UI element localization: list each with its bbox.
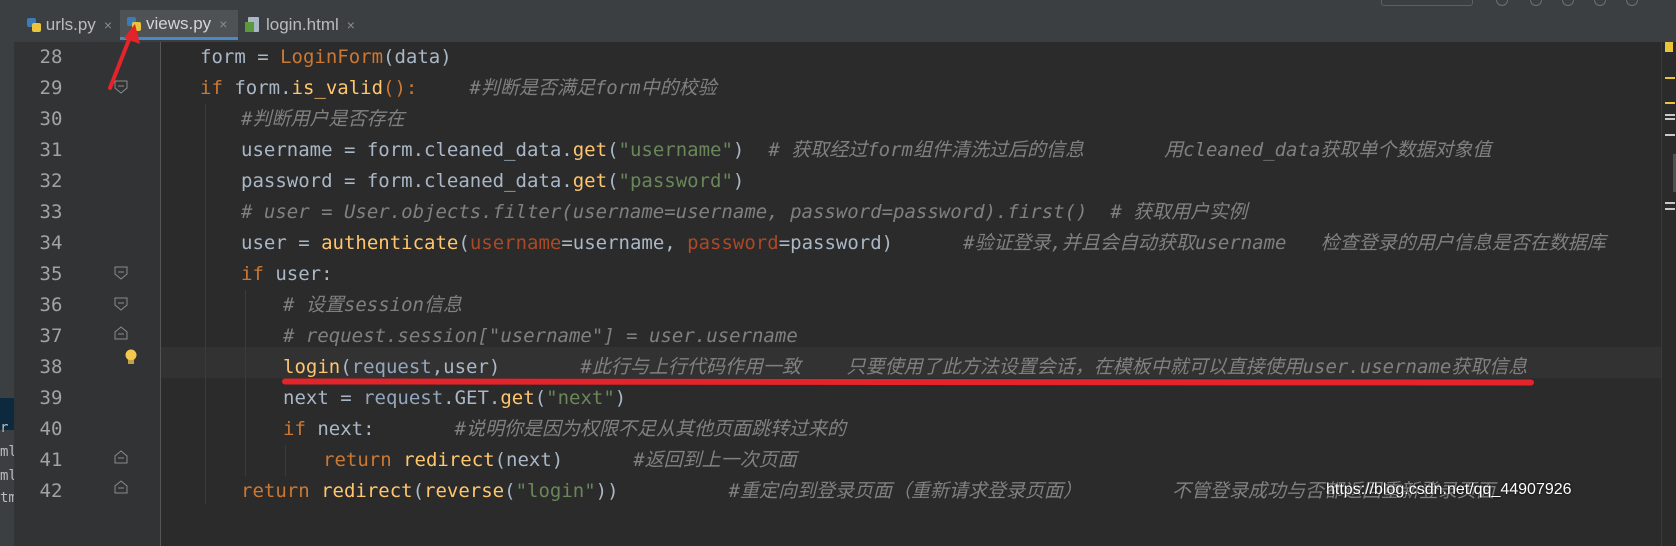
code-line-33: # user = User.objects.filter(username=us… (241, 201, 1248, 223)
code-line-42: return redirect(reverse("login")) #重定向到登录… (241, 480, 1496, 502)
lightbulb-icon[interactable] (124, 349, 138, 367)
code-line-37: # request.session["username"] = user.use… (283, 325, 798, 347)
fold-collapse-icon[interactable] (114, 297, 128, 311)
toolbar-icon[interactable] (1530, 0, 1542, 6)
line-number: 35 (39, 263, 63, 285)
code-line-30: #判断用户是否存在 (241, 108, 405, 130)
stripe-marker[interactable] (1665, 208, 1675, 210)
code-line-32: password = form.cleaned_data.get("passwo… (241, 170, 745, 192)
line-number: 33 (39, 201, 63, 223)
line-number: 34 (39, 232, 63, 254)
fold-end-icon[interactable] (114, 326, 128, 340)
line-number: 37 (39, 325, 63, 347)
red-annotation-arrow (108, 24, 140, 90)
line-number: 30 (39, 108, 63, 130)
left-strip-fragment: r (0, 420, 9, 436)
line-number: 31 (39, 139, 63, 161)
stripe-marker[interactable] (1665, 118, 1675, 120)
stripe-marker[interactable] (1665, 114, 1675, 116)
watermark-text: https://blog.csdn.net/qq_44907926 (1326, 481, 1572, 498)
tab-label: urls.py (45, 15, 96, 34)
left-strip-fragment: ml (0, 444, 14, 460)
indent-guide (285, 445, 286, 476)
line-number: 32 (39, 170, 63, 192)
close-icon[interactable]: × (219, 16, 227, 32)
red-annotation-underline (281, 378, 1535, 386)
code-line-39: next = request.GET.get("next") (283, 387, 627, 409)
html-file-icon (245, 17, 262, 33)
line-number: 40 (39, 418, 63, 440)
code-line-40: if next: #说明你是因为权限不足从其他页面跳转过来的 (283, 418, 846, 440)
left-strip-fragment: tm (0, 490, 14, 506)
code-line-41: return redirect(next) #返回到上一次页面 (323, 449, 797, 471)
line-number: 42 (39, 480, 63, 502)
code-line-35: if user: (241, 263, 333, 285)
stripe-marker[interactable] (1665, 134, 1675, 136)
fold-collapse-icon[interactable] (114, 266, 128, 280)
toolbar-icon[interactable] (1626, 0, 1638, 6)
indent-guide (205, 104, 206, 504)
warning-marker[interactable] (1665, 102, 1675, 104)
line-number-gutter: 28 29 30 31 32 33 34 35 36 37 38 39 40 4… (14, 42, 161, 546)
toolbar-run-config-box[interactable] (1381, 0, 1473, 6)
fold-end-icon[interactable] (114, 450, 128, 464)
code-line-31: username = form.cleaned_data.get("userna… (241, 139, 1492, 161)
tab-label: views.py (146, 13, 212, 33)
toolbar-icon[interactable] (1496, 0, 1508, 6)
error-stripe-scrollbar[interactable] (1661, 42, 1676, 546)
ide-window: r ml ml tm urls.py × views.py × login.ht… (0, 0, 1676, 546)
warning-marker[interactable] (1665, 42, 1673, 52)
line-number: 38 (39, 356, 63, 378)
python-file-icon (26, 17, 42, 33)
fold-end-icon[interactable] (114, 480, 128, 494)
editor-tab-bar: urls.py × views.py × login.html × (14, 0, 1676, 43)
line-number: 36 (39, 294, 63, 316)
left-tool-strip: r ml ml tm (0, 0, 15, 546)
line-number: 29 (39, 77, 63, 99)
close-icon[interactable]: × (347, 17, 355, 33)
tab-label: login.html (266, 15, 339, 34)
line-number: 28 (39, 46, 63, 68)
toolbar-icon[interactable] (1594, 0, 1606, 6)
code-line-28: form = LoginForm(data) (200, 46, 452, 68)
code-line-34: user = authenticate(username=username, p… (241, 232, 1606, 254)
left-strip-fragment: ml (0, 468, 14, 484)
indent-guide (245, 290, 246, 476)
warning-marker[interactable] (1665, 77, 1675, 79)
code-line-36: # 设置session信息 (283, 294, 462, 316)
toolbar-icon[interactable] (1562, 0, 1574, 6)
line-number: 39 (39, 387, 63, 409)
stripe-marker[interactable] (1665, 202, 1675, 204)
tab-login-html[interactable]: login.html × (240, 10, 372, 40)
line-number: 41 (39, 449, 63, 471)
code-editor[interactable]: form = LoginForm(data) if form.is_valid(… (161, 42, 1661, 546)
code-line-29: if form.is_valid(): #判断是否满足form中的校验 (200, 77, 717, 99)
